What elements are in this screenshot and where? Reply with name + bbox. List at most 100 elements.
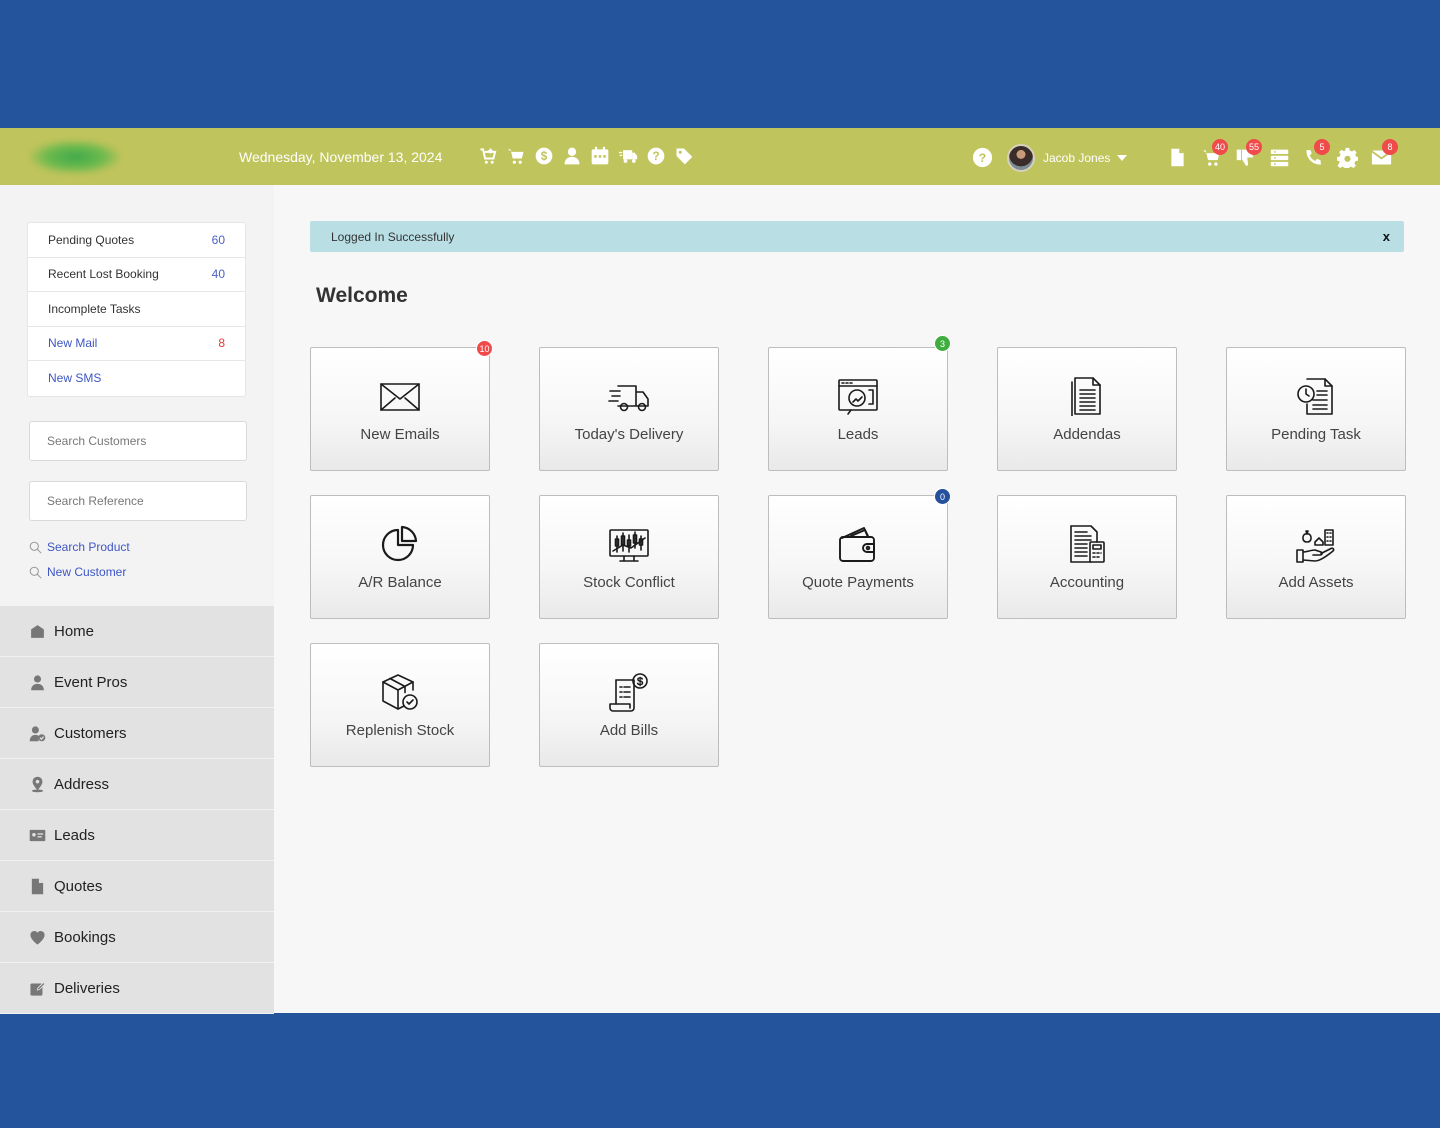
summary-panel: Pending Quotes 60 Recent Lost Booking 40…: [27, 222, 246, 397]
summary-count: 8: [218, 336, 225, 351]
analytics-icon: [838, 379, 878, 415]
thumbs-down-icon[interactable]: 55: [1234, 139, 1263, 169]
user-icon: [31, 674, 44, 690]
cart-icon[interactable]: 40: [1200, 139, 1229, 169]
help-icon[interactable]: ?: [972, 147, 993, 168]
summary-incomplete-tasks[interactable]: Incomplete Tasks: [28, 292, 245, 327]
svg-text:?: ?: [979, 151, 986, 165]
id-card-icon: [29, 829, 46, 841]
nav-label: Address: [54, 775, 110, 793]
alert-close-button[interactable]: x: [1383, 229, 1390, 244]
nav-label: Leads: [54, 826, 95, 844]
cart-plus-icon[interactable]: [478, 145, 498, 167]
box-check-icon: [382, 674, 418, 710]
quick-actions: $ ?: [478, 145, 694, 167]
nav-label: Home: [54, 622, 95, 640]
search-product-label: Search Product: [47, 540, 130, 554]
tile-quote-payments[interactable]: Quote Payments 0: [768, 488, 951, 619]
new-customer-link[interactable]: New Customer: [29, 565, 126, 579]
current-date: Wednesday, November 13, 2024: [239, 149, 443, 165]
page-title: Welcome: [316, 284, 408, 307]
nav-quotes[interactable]: Quotes: [0, 861, 274, 912]
tile-label: Today's Delivery: [574, 426, 684, 443]
bill-icon: $: [609, 673, 648, 712]
tile-stock-conflict[interactable]: Stock Conflict: [539, 495, 719, 619]
phone-icon[interactable]: 5: [1302, 139, 1330, 169]
user-name[interactable]: Jacob Jones: [1043, 151, 1110, 165]
summary-recent-lost-booking[interactable]: Recent Lost Booking 40: [28, 258, 245, 292]
tile-badge: 3: [934, 335, 951, 352]
new-customer-label: New Customer: [47, 565, 127, 579]
notification-icons: 40 55 5 8: [1166, 139, 1398, 169]
avatar[interactable]: [1007, 144, 1035, 172]
chevron-down-icon[interactable]: [1117, 155, 1127, 161]
search-product-link[interactable]: Search Product: [29, 540, 130, 554]
app-window: Wednesday, November 13, 2024 $ ? ? Jacob…: [0, 128, 1440, 1014]
document-icon[interactable]: [1166, 145, 1188, 169]
nav-home[interactable]: Home: [0, 606, 274, 657]
tile-new-emails[interactable]: New Emails 10: [310, 340, 493, 471]
document-icon: [31, 878, 44, 894]
summary-new-mail[interactable]: New Mail 8: [28, 327, 245, 361]
search-reference-input[interactable]: [29, 481, 247, 521]
nav-label: Bookings: [54, 928, 116, 946]
edit-icon: [30, 980, 46, 996]
tile-label: Pending Task: [1271, 426, 1361, 443]
tile-badge: 10: [476, 340, 493, 357]
alert-message: Logged In Successfully: [331, 230, 455, 244]
summary-pending-quotes[interactable]: Pending Quotes 60: [28, 223, 245, 258]
pie-chart-icon: [381, 525, 418, 562]
tile-addendas[interactable]: Addendas: [997, 347, 1177, 471]
gear-icon[interactable]: [1336, 145, 1358, 169]
cart-badge: 40: [1212, 139, 1229, 155]
mail-icon[interactable]: 8: [1370, 139, 1398, 169]
heart-icon: [30, 930, 45, 945]
assets-hand-icon: [1296, 529, 1335, 563]
cart-icon[interactable]: [506, 145, 526, 167]
tile-label: Add Bills: [599, 722, 659, 739]
tile-accounting[interactable]: Accounting: [997, 495, 1177, 619]
tile-leads[interactable]: Leads 3: [768, 335, 951, 471]
delivery-truck-icon: [608, 385, 649, 412]
dollar-icon[interactable]: $: [534, 145, 554, 167]
tile-label: Add Assets: [1278, 574, 1354, 591]
nav-leads[interactable]: Leads: [0, 810, 274, 861]
tile-add-assets[interactable]: Add Assets: [1226, 495, 1406, 619]
list-icon[interactable]: [1268, 145, 1290, 169]
tile-label: Addendas: [1053, 426, 1121, 443]
wallet-icon: [839, 527, 875, 562]
map-pin-icon: [31, 776, 44, 792]
summary-new-sms[interactable]: New SMS: [28, 361, 245, 396]
nav-bookings[interactable]: Bookings: [0, 912, 274, 963]
search-icon: [29, 541, 42, 554]
tile-label: New Emails: [360, 426, 440, 443]
help-icon[interactable]: ?: [646, 145, 666, 167]
svg-text:$: $: [637, 676, 643, 688]
top-bar: Wednesday, November 13, 2024 $ ? ? Jacob…: [0, 128, 1440, 185]
truck-icon[interactable]: [618, 145, 638, 167]
tile-label: Quote Payments: [802, 574, 914, 591]
user-icon[interactable]: [562, 145, 582, 167]
nav-label: Customers: [54, 724, 127, 742]
nav-deliveries[interactable]: Deliveries: [0, 963, 274, 1014]
tile-ar-balance[interactable]: A/R Balance: [310, 495, 490, 619]
user-check-icon: [29, 725, 46, 741]
tag-icon[interactable]: [674, 145, 694, 167]
nav-address[interactable]: Address: [0, 759, 274, 810]
nav-label: Quotes: [54, 877, 103, 895]
search-customers-input[interactable]: [29, 421, 247, 461]
tile-pending-task[interactable]: Pending Task: [1226, 347, 1406, 471]
calendar-icon[interactable]: [590, 145, 610, 167]
thumbs-down-badge: 55: [1246, 139, 1263, 155]
envelope-icon: [380, 383, 420, 411]
tile-badge: 0: [934, 488, 951, 505]
logo[interactable]: [30, 140, 120, 174]
tile-replenish-stock[interactable]: Replenish Stock: [310, 643, 490, 767]
tile-add-bills[interactable]: $ Add Bills: [539, 643, 719, 767]
nav-event-pros[interactable]: Event Pros: [0, 657, 274, 708]
document-icon: [1071, 377, 1101, 416]
nav-customers[interactable]: Customers: [0, 708, 274, 759]
summary-label: Recent Lost Booking: [48, 267, 159, 282]
svg-text:$: $: [541, 150, 548, 163]
tile-todays-delivery[interactable]: Today's Delivery: [539, 347, 719, 471]
